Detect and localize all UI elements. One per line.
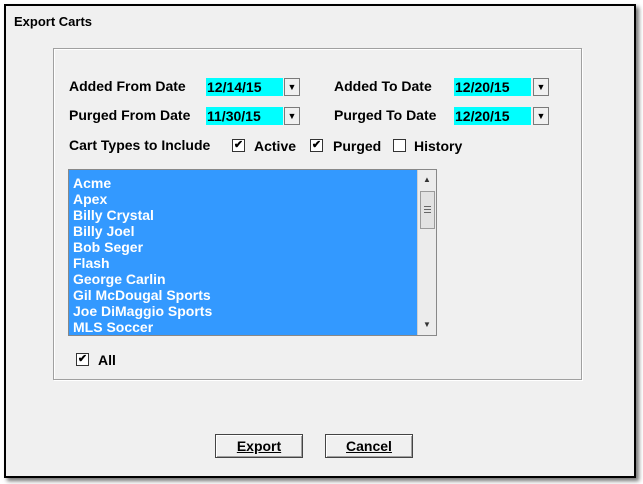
scroll-up-icon[interactable]: ▲ [418,172,436,188]
vertical-scrollbar[interactable]: ▲ ▼ [417,170,436,335]
added-to-dropdown-button[interactable]: ▼ [533,78,549,96]
chevron-down-icon: ▼ [287,111,297,121]
list-item[interactable]: Gil McDougal Sports [73,287,211,303]
cart-types-label: Cart Types to Include [69,137,211,153]
list-item[interactable]: Billy Crystal [73,207,154,223]
all-checkbox[interactable]: ✔ [76,353,89,366]
active-label: Active [254,138,297,154]
chevron-down-icon: ▼ [536,111,546,121]
added-to-date[interactable]: 12/20/15 [454,78,531,96]
checkmark-icon: ✔ [233,139,244,151]
list-item[interactable]: Billy Joel [73,223,134,239]
all-label: All [98,352,116,368]
list-item[interactable]: Apex [73,191,107,207]
purged-to-dropdown-button[interactable]: ▼ [533,107,549,125]
grip-line [424,206,431,207]
added-from-date[interactable]: 12/14/15 [206,78,283,96]
purged-checkbox[interactable]: ✔ [310,139,323,152]
export-button[interactable]: Export [215,434,303,458]
checkmark-icon: ✔ [311,139,322,151]
list-item[interactable]: Flash [73,255,110,271]
added-from-dropdown-button[interactable]: ▼ [284,78,300,96]
chevron-down-icon: ▼ [536,82,546,92]
export-carts-dialog: Export Carts Added From Date 12/14/15 ▼ … [4,4,636,478]
purged-label: Purged [333,138,382,154]
purged-from-date[interactable]: 11/30/15 [206,107,283,125]
grip-line [424,212,431,213]
list-selection-area[interactable]: Acme Apex Billy Crystal Billy Joel Bob S… [69,170,417,335]
purged-from-label: Purged From Date [69,107,191,123]
added-to-label: Added To Date [334,78,432,94]
cart-listbox[interactable]: Acme Apex Billy Crystal Billy Joel Bob S… [68,169,437,336]
grip-line [424,209,431,210]
purged-to-label: Purged To Date [334,107,437,123]
checkmark-icon: ✔ [77,353,88,365]
purged-from-dropdown-button[interactable]: ▼ [284,107,300,125]
history-label: History [414,138,463,154]
list-item[interactable]: MLS Soccer [73,319,153,335]
list-item[interactable]: Acme [73,175,111,191]
purged-to-date[interactable]: 12/20/15 [454,107,531,125]
history-checkbox[interactable] [393,139,406,152]
active-checkbox[interactable]: ✔ [232,139,245,152]
scroll-thumb[interactable] [420,191,435,229]
scroll-down-icon[interactable]: ▼ [418,317,436,333]
cancel-button[interactable]: Cancel [325,434,413,458]
list-item[interactable]: George Carlin [73,271,166,287]
dialog-title: Export Carts [14,14,93,29]
added-from-label: Added From Date [69,78,186,94]
chevron-down-icon: ▼ [287,82,297,92]
list-item[interactable]: Joe DiMaggio Sports [73,303,212,319]
filter-group: Added From Date 12/14/15 ▼ Added To Date… [53,48,582,380]
list-item[interactable]: Bob Seger [73,239,143,255]
